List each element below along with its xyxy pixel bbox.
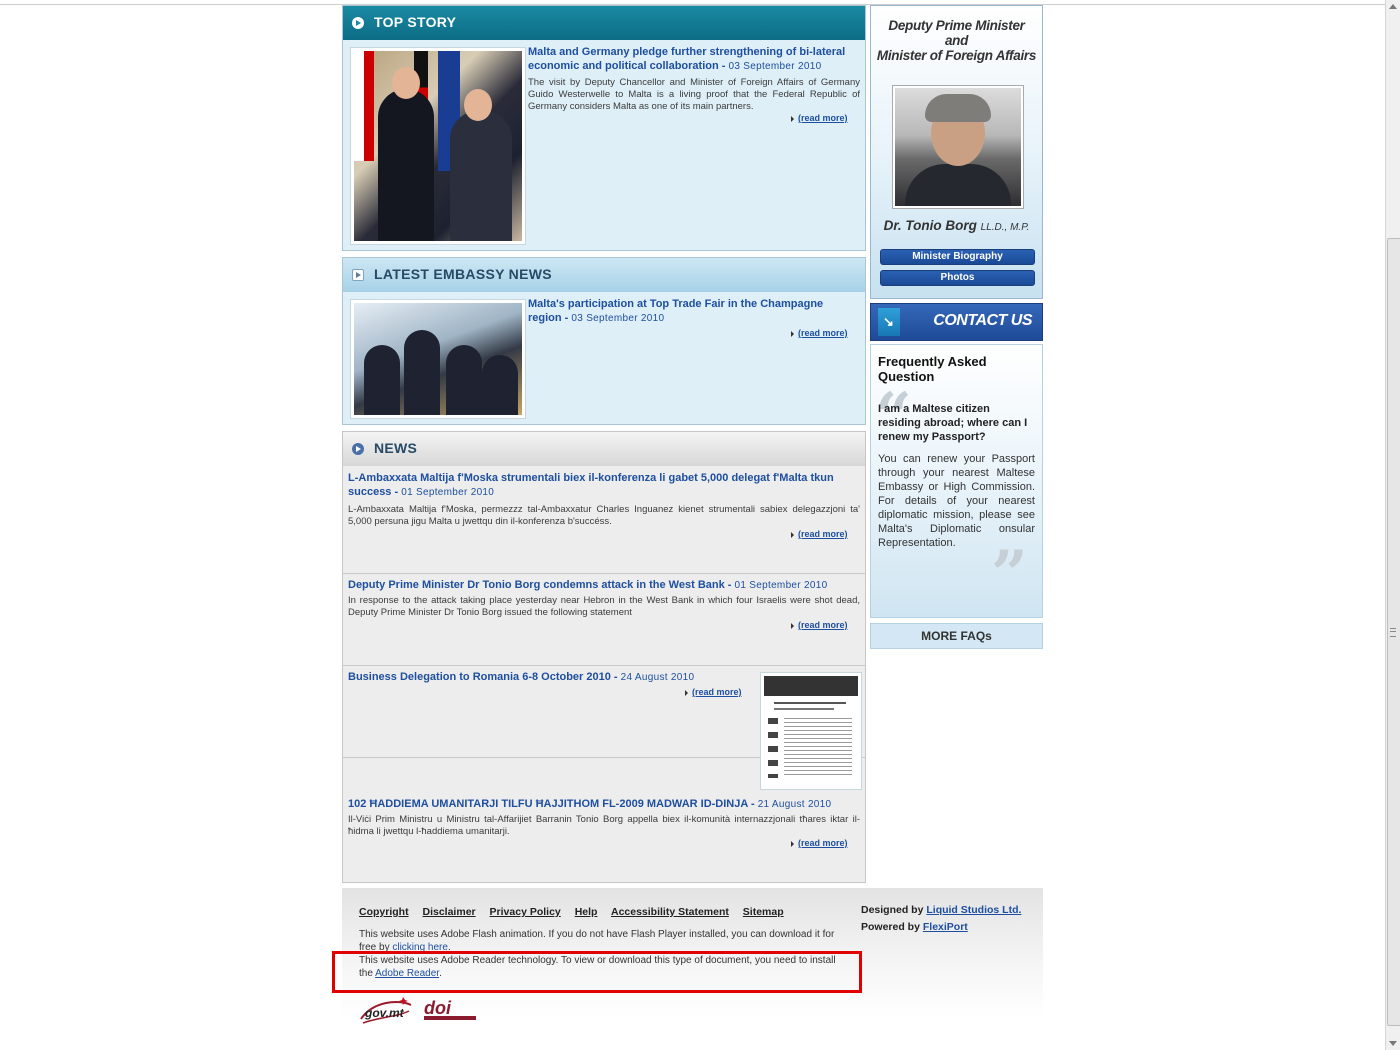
embassy-news-title[interactable]: Malta's participation at Top Trade Fair … [528, 297, 848, 326]
embassy-news-read-more-link[interactable]: (read more) [791, 328, 848, 338]
arrow-icon [352, 17, 364, 29]
credits: Designed by Liquid Studios Ltd. Powered … [861, 904, 1022, 933]
news-item-summary: Il-Viċi Prim Ministru u Ministru tal-Aff… [348, 814, 860, 837]
footer-link-privacy-policy[interactable]: Privacy Policy [490, 906, 561, 918]
close-quote-icon: ” [991, 537, 1028, 612]
top-story-panel: TOP STORY Malta and Germany pledge furth… [342, 5, 866, 251]
top-story-image[interactable] [350, 47, 526, 245]
top-story-header: TOP STORY [343, 6, 865, 40]
contact-us-button[interactable]: CONTACT US [870, 303, 1043, 341]
scroll-up-arrow-icon[interactable] [1389, 4, 1397, 9]
news-item: Deputy Prime Minister Dr Tonio Borg cond… [343, 574, 865, 666]
news-item-title[interactable]: Deputy Prime Minister Dr Tonio Borg cond… [348, 578, 858, 593]
news-item-title[interactable]: 102 ĦADDIEMA UMANITARJI TILFU ĦAJJITHOM … [348, 797, 858, 812]
vertical-scrollbar[interactable] [1385, 0, 1400, 1050]
news-item-read-more-link[interactable]: (read more) [685, 687, 742, 697]
footer-link-copyright[interactable]: Copyright [359, 906, 409, 918]
minister-biography-button[interactable]: Minister Biography [880, 249, 1035, 265]
news-item-read-more-link[interactable]: (read more) [791, 838, 848, 848]
designer-link[interactable]: Liquid Studios Ltd. [926, 904, 1021, 916]
news-item-title[interactable]: L-Ambaxxata Maltija f'Moska strumentali … [348, 471, 858, 500]
svg-text:gov.mt: gov.mt [364, 1006, 405, 1020]
footer-link-sitemap[interactable]: Sitemap [743, 906, 784, 918]
faq-answer: You can renew your Passport through your… [878, 453, 1035, 549]
news-item-summary: L-Ambaxxata Maltija f'Moska, permezzz ta… [348, 504, 860, 527]
minister-name: Dr. Tonio Borg LL.D., M.P. [883, 218, 1030, 233]
news-item-read-more-link[interactable]: (read more) [791, 620, 848, 630]
top-story-read-more-link[interactable]: (read more) [791, 113, 848, 123]
flexiport-link[interactable]: FlexiPort [923, 921, 968, 933]
doi-logo[interactable]: doi [422, 998, 478, 1024]
arrow-icon [352, 443, 364, 455]
highlight-box [332, 951, 862, 993]
contact-us-label: CONTACT US [933, 312, 1032, 329]
footer-links: Copyright Disclaimer Privacy Policy Help… [359, 906, 795, 918]
news-header: NEWS [343, 432, 865, 466]
embassy-news-panel: LATEST EMBASSY NEWS Malta's participatio… [342, 257, 866, 425]
faq-question: I am a Maltese citizen residing abroad; … [878, 403, 1028, 443]
embassy-news-heading: LATEST EMBASSY NEWS [374, 266, 552, 282]
embassy-news-image[interactable] [350, 299, 526, 419]
minister-portrait [892, 85, 1024, 209]
govmt-logo[interactable]: gov.mt [359, 995, 413, 1025]
more-faqs-button[interactable]: MORE FAQs [870, 623, 1043, 649]
footer-link-disclaimer[interactable]: Disclaimer [423, 906, 476, 918]
footer-link-help[interactable]: Help [575, 906, 598, 918]
news-panel: NEWS L-Ambaxxata Maltija f'Moska strumen… [342, 431, 866, 883]
arrow-down-right-icon [878, 308, 900, 336]
footer-link-accessibility[interactable]: Accessibility Statement [611, 906, 729, 918]
top-story-summary: The visit by Deputy Chancellor and Minis… [528, 77, 860, 112]
top-story-title[interactable]: Malta and Germany pledge further strengt… [528, 45, 861, 74]
news-item-summary: In response to the attack taking place y… [348, 595, 860, 618]
minister-title: Deputy Prime Minister and Minister of Fo… [876, 18, 1037, 63]
arrow-icon [352, 269, 364, 281]
top-story-heading: TOP STORY [374, 14, 457, 30]
news-heading: NEWS [374, 440, 418, 456]
embassy-news-header: LATEST EMBASSY NEWS [343, 258, 865, 292]
scrollbar-grip-icon [1390, 628, 1396, 637]
svg-text:doi: doi [424, 998, 452, 1018]
scroll-down-arrow-icon[interactable] [1389, 1041, 1397, 1046]
news-item: L-Ambaxxata Maltija f'Moska strumentali … [343, 466, 865, 574]
main-column: TOP STORY Malta and Germany pledge furth… [342, 5, 866, 883]
faq-panel: Frequently Asked Question “ I am a Malte… [870, 344, 1043, 618]
minister-photos-button[interactable]: Photos [880, 270, 1035, 286]
news-item-read-more-link[interactable]: (read more) [791, 529, 848, 539]
minister-panel: Deputy Prime Minister and Minister of Fo… [870, 5, 1043, 299]
news-item-title[interactable]: Business Delegation to Romania 6-8 Octob… [348, 670, 748, 685]
news-item: 102 ĦADDIEMA UMANITARJI TILFU ĦAJJITHOM … [343, 758, 865, 880]
